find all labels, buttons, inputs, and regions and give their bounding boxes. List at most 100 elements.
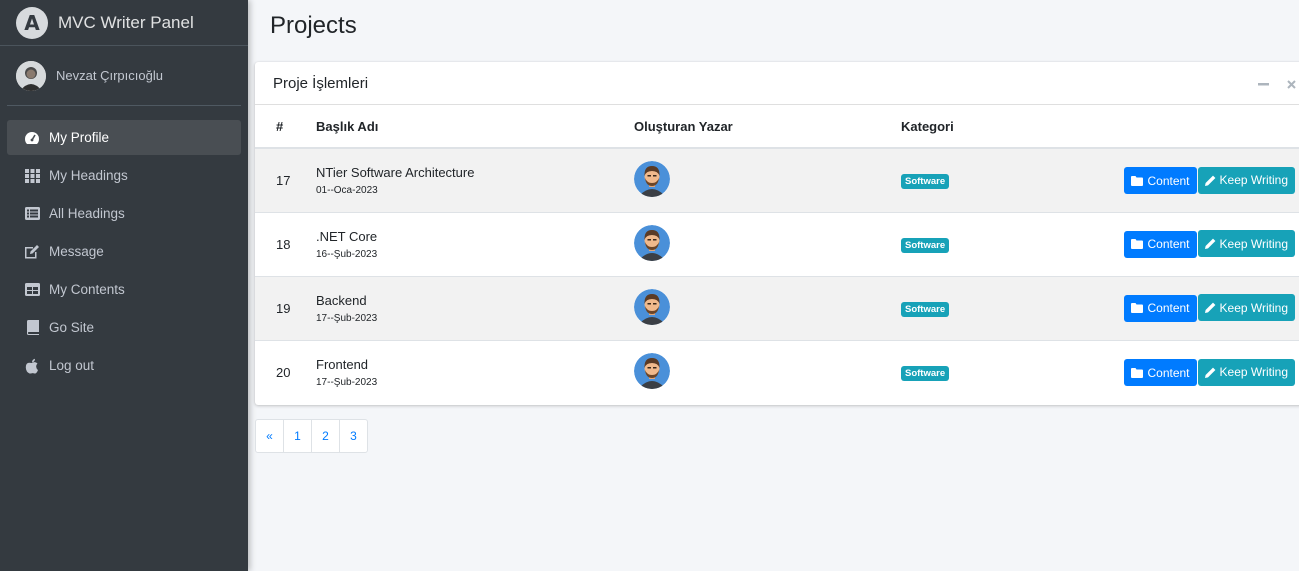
sidebar-item-my-headings[interactable]: My Headings bbox=[7, 158, 241, 193]
main-content: Projects Proje İşlemleri # Başlık Adı Ol… bbox=[248, 0, 1299, 571]
sidebar: A MVC Writer Panel Nevzat Çırpıcıoğlu My… bbox=[0, 0, 248, 571]
table-row: 17 NTier Software Architecture 01--Oca-202… bbox=[255, 147, 1299, 212]
row-title-cell: Backend 17--Şub-2023 bbox=[316, 275, 634, 340]
pencil-icon bbox=[1204, 302, 1215, 314]
user-avatar bbox=[16, 60, 46, 91]
category-badge: Software bbox=[901, 301, 950, 317]
pencil-icon bbox=[1204, 238, 1215, 250]
row-title: Frontend bbox=[316, 356, 369, 372]
row-date: 16--Şub-2023 bbox=[316, 248, 378, 260]
row-category-cell: Software bbox=[901, 147, 1101, 212]
keep-writing-button-label: Keep Writing bbox=[1219, 300, 1288, 315]
keep-writing-button-label: Keep Writing bbox=[1219, 173, 1288, 187]
content-button-label: Content bbox=[1147, 237, 1190, 252]
page-button[interactable]: 3 bbox=[339, 419, 368, 453]
projects-card: Proje İşlemleri # Başlık Adı Oluşturan Y… bbox=[255, 62, 1299, 405]
sidebar-item-label: My Headings bbox=[49, 168, 128, 183]
row-category-cell: Software bbox=[901, 211, 1101, 276]
page-prev-button[interactable]: « bbox=[255, 419, 284, 453]
folder-icon bbox=[1131, 239, 1144, 250]
row-actions: Content Keep Writing bbox=[1101, 339, 1299, 404]
list-icon bbox=[23, 206, 41, 222]
table-row: 18 .NET Core 16--Şub-2023 Software Content Ke… bbox=[255, 211, 1299, 276]
folder-icon bbox=[1131, 175, 1144, 186]
keep-writing-button[interactable]: Keep Writing bbox=[1197, 166, 1295, 194]
card-tools bbox=[1249, 74, 1299, 94]
row-category-cell: Software bbox=[901, 339, 1101, 404]
row-actions: Content Keep Writing bbox=[1101, 147, 1299, 212]
book-icon bbox=[23, 320, 41, 336]
keep-writing-button[interactable]: Keep Writing bbox=[1197, 294, 1295, 322]
row-id: 20 bbox=[255, 339, 316, 404]
row-author-cell bbox=[634, 147, 901, 212]
content-button[interactable]: Content bbox=[1124, 230, 1197, 258]
row-date: 17--Şub-2023 bbox=[316, 312, 378, 324]
brand-link[interactable]: A MVC Writer Panel bbox=[0, 0, 248, 46]
row-id: 19 bbox=[255, 275, 316, 340]
row-title: NTier Software Architecture bbox=[316, 164, 475, 180]
close-icon bbox=[1286, 79, 1296, 89]
sidebar-item-label: Go Site bbox=[49, 320, 95, 335]
column-header-title: Başlık Adı bbox=[316, 105, 634, 149]
category-badge: Software bbox=[901, 237, 950, 253]
grid-icon bbox=[23, 168, 41, 184]
sidebar-item-log-out[interactable]: Log out bbox=[7, 348, 241, 383]
row-author-cell bbox=[634, 339, 901, 404]
content-button[interactable]: Content bbox=[1124, 359, 1197, 386]
card-header: Proje İşlemleri bbox=[255, 62, 1299, 105]
dashboard-icon bbox=[23, 130, 41, 146]
row-actions: Content Keep Writing bbox=[1101, 275, 1299, 340]
row-date: 01--Oca-2023 bbox=[316, 184, 378, 196]
page-button[interactable]: 2 bbox=[311, 419, 340, 453]
keep-writing-button-label: Keep Writing bbox=[1219, 365, 1288, 379]
author-avatar bbox=[634, 224, 670, 261]
sidebar-item-label: Message bbox=[49, 244, 104, 259]
content-button[interactable]: Content bbox=[1124, 294, 1197, 322]
content-button[interactable]: Content bbox=[1124, 167, 1197, 194]
author-avatar bbox=[634, 352, 670, 389]
category-badge: Software bbox=[901, 173, 950, 189]
sidebar-item-go-site[interactable]: Go Site bbox=[7, 310, 241, 345]
row-actions: Content Keep Writing bbox=[1101, 211, 1299, 276]
row-id: 17 bbox=[255, 147, 316, 212]
table-row: 20 Frontend 17--Şub-2023 Software Content Kee… bbox=[255, 339, 1299, 404]
remove-button[interactable] bbox=[1277, 74, 1299, 94]
author-avatar bbox=[634, 160, 670, 197]
keep-writing-button[interactable]: Keep Writing bbox=[1197, 230, 1295, 258]
user-panel[interactable]: Nevzat Çırpıcıoğlu bbox=[7, 46, 241, 106]
table-header-row: # Başlık Adı Oluşturan Yazar Kategori bbox=[255, 105, 1299, 149]
row-title-cell: Frontend 17--Şub-2023 bbox=[316, 339, 634, 404]
row-author-cell bbox=[634, 275, 901, 340]
folder-icon bbox=[1131, 367, 1144, 378]
author-avatar bbox=[634, 288, 670, 325]
sidebar-item-all-headings[interactable]: All Headings bbox=[7, 196, 241, 231]
user-name: Nevzat Çırpıcıoğlu bbox=[56, 68, 163, 83]
row-title: .NET Core bbox=[316, 228, 378, 244]
content-button-label: Content bbox=[1147, 173, 1190, 188]
content-button-label: Content bbox=[1147, 365, 1190, 380]
sidebar-item-message[interactable]: Message bbox=[7, 234, 241, 269]
sidebar-item-label: Log out bbox=[49, 358, 95, 373]
row-id: 18 bbox=[255, 211, 316, 276]
column-header-id: # bbox=[255, 105, 316, 149]
category-badge: Software bbox=[901, 365, 950, 381]
projects-table: # Başlık Adı Oluşturan Yazar Kategori 17… bbox=[255, 105, 1299, 404]
row-title-cell: .NET Core 16--Şub-2023 bbox=[316, 211, 634, 276]
page-title: Projects bbox=[270, 12, 357, 39]
keep-writing-button[interactable]: Keep Writing bbox=[1197, 358, 1295, 386]
pencil-icon bbox=[1204, 175, 1215, 186]
collapse-button[interactable] bbox=[1249, 74, 1277, 94]
page-button[interactable]: 1 bbox=[283, 419, 312, 453]
sidebar-item-my-profile[interactable]: My Profile bbox=[7, 120, 241, 155]
row-category-cell: Software bbox=[901, 275, 1101, 340]
edit-icon bbox=[23, 244, 41, 260]
pencil-icon bbox=[1204, 367, 1215, 378]
keep-writing-button-label: Keep Writing bbox=[1219, 236, 1288, 251]
card-title: Proje İşlemleri bbox=[273, 74, 369, 92]
apple-icon bbox=[23, 358, 41, 374]
sidebar-item-my-contents[interactable]: My Contents bbox=[7, 272, 241, 307]
sidebar-item-label: All Headings bbox=[49, 206, 125, 221]
column-header-actions bbox=[1101, 105, 1299, 149]
row-title: Backend bbox=[316, 292, 367, 308]
sidebar-item-label: My Contents bbox=[49, 282, 125, 297]
